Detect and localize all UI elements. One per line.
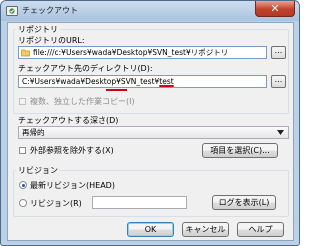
- omit-externals-label: 外部参照を除外する(X): [30, 146, 114, 155]
- omit-externals-checkbox[interactable]: [19, 147, 26, 154]
- head-revision-label: 最新リビジョン(HEAD): [30, 181, 115, 190]
- independent-copy-checkbox[interactable]: [19, 98, 26, 105]
- checkout-dir-value: C:¥Users¥wada¥Desktop¥SVN_test¥: [22, 77, 160, 86]
- revision-input[interactable]: [92, 196, 187, 209]
- repository-group-label: リポジトリ: [16, 24, 60, 35]
- url-browse-button[interactable]: ...: [271, 46, 286, 59]
- checkout-dir-browse-button[interactable]: ...: [271, 75, 286, 88]
- specific-revision-radio[interactable]: [19, 199, 27, 207]
- close-button[interactable]: ✕: [255, 1, 295, 17]
- specific-revision-label: リビジョン(R): [30, 199, 82, 208]
- show-log-button[interactable]: ログを表示(L): [212, 195, 276, 210]
- depth-label: チェックアウトする深さ(D): [18, 116, 119, 125]
- checkout-dialog: チェックアウト ✕ リポジトリ リポジトリのURL: file:///c:¥Us…: [0, 0, 300, 246]
- revision-group-label: リビジョン: [16, 165, 60, 176]
- choose-items-button[interactable]: 項目を選択(C)...: [202, 143, 278, 158]
- independent-copy-label: 複数、独立した作業コピー(I): [30, 97, 135, 106]
- checkout-dir-highlight: test: [159, 77, 174, 86]
- chevron-down-icon: [277, 130, 284, 135]
- tortoisesvn-icon: [6, 6, 18, 16]
- ok-button[interactable]: OK: [127, 222, 174, 237]
- checkout-dir-label: チェックアウト先のディレクトリ(D):: [18, 64, 153, 73]
- highlight-underline: [106, 89, 127, 91]
- cancel-button[interactable]: キャンセル: [182, 222, 229, 237]
- window-title: チェックアウト: [22, 6, 78, 15]
- close-icon: ✕: [270, 2, 280, 15]
- depth-selected-value: 再帰的: [22, 128, 45, 137]
- head-revision-radio[interactable]: [19, 181, 27, 189]
- checkout-dir-field[interactable]: C:¥Users¥wada¥Desktop¥SVN_test¥test: [18, 75, 267, 88]
- folder-icon: [21, 49, 30, 57]
- url-value: file:///c:¥Users¥wada¥Desktop¥SVN_test¥リ…: [33, 48, 229, 57]
- url-field[interactable]: file:///c:¥Users¥wada¥Desktop¥SVN_test¥リ…: [18, 46, 267, 59]
- url-label: リポジトリのURL:: [18, 36, 85, 45]
- help-button[interactable]: ヘルプ: [237, 222, 284, 237]
- dialog-body: リポジトリ リポジトリのURL: file:///c:¥Users¥wada¥D…: [7, 22, 294, 241]
- depth-select[interactable]: 再帰的: [18, 126, 289, 139]
